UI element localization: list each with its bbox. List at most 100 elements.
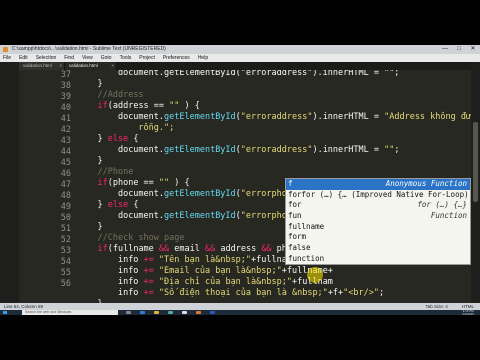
video-letterbox-bottom (0, 315, 480, 360)
menu-edit[interactable]: Edit (19, 54, 28, 62)
code-token: address (215, 244, 262, 254)
mouse-cursor-highlight (307, 267, 323, 283)
tab-validation-2[interactable]: validation.html × (65, 62, 117, 70)
code-token: += (143, 266, 154, 276)
close-icon[interactable]: ✕ (466, 45, 480, 54)
code-token: { (128, 134, 139, 144)
code-token: getElementById (164, 211, 236, 221)
line-number: 52 (60, 235, 71, 245)
menu-view[interactable]: View (82, 54, 93, 62)
code-token: if (97, 178, 108, 188)
scrollbar-thumb[interactable] (473, 122, 478, 202)
code-line: rỗng."; (77, 123, 174, 134)
code-token: && (205, 244, 216, 254)
code-token: ) { (169, 178, 190, 188)
code-line: //Phone (77, 167, 133, 178)
code-token: +f+ (327, 288, 344, 298)
autocomplete-label: fullname (288, 221, 325, 231)
line-number: 37 (60, 70, 71, 80)
menu-find[interactable]: Find (64, 54, 74, 62)
word-icon[interactable] (210, 311, 215, 314)
window-title: C:\xampp\htdocs\...\validation.html - Su… (12, 46, 166, 52)
code-token: email (169, 244, 205, 254)
autocomplete-hint: Function (430, 211, 467, 221)
code-token: } (97, 156, 103, 166)
code-token: += (143, 255, 154, 265)
edge-browser-icon[interactable] (140, 311, 145, 314)
file-explorer-icon[interactable] (154, 311, 159, 314)
autocomplete-item[interactable]: forfor (…) {… (Improved Native For-Loop) (286, 190, 470, 201)
video-letterbox-top (0, 0, 480, 45)
code-token: getElementById (164, 189, 236, 199)
line-number: 55 (60, 268, 71, 278)
autocomplete-item[interactable]: function (286, 254, 470, 264)
line-number: 40 (60, 103, 71, 113)
menu-tools[interactable]: Tools (120, 54, 132, 62)
menu-preferences[interactable]: Preferences (163, 54, 190, 62)
code-token: else (107, 134, 129, 144)
window-titlebar[interactable]: C:\xampp\htdocs\...\validation.html - Su… (0, 45, 480, 54)
tab-label: validation.html (23, 63, 52, 68)
sublime-taskbar-icon[interactable] (196, 311, 201, 314)
code-token: document. (117, 145, 165, 155)
line-number: 50 (60, 213, 71, 223)
code-line: } else { (77, 200, 138, 211)
code-token: && (261, 244, 272, 254)
autocomplete-item[interactable]: false (286, 243, 470, 254)
code-token: += (143, 288, 154, 298)
code-line: document.getElementById("erroraddress").… (77, 112, 471, 123)
sublime-app-icon (3, 47, 8, 52)
chrome-icon[interactable] (182, 311, 187, 314)
menu-goto[interactable]: Goto (101, 54, 112, 62)
code-token: ; (394, 145, 400, 155)
autocomplete-item[interactable]: for for (…) {…} (286, 200, 470, 211)
code-line: if(fullname && email && address && phone… (77, 244, 317, 255)
line-number: 56 (60, 279, 71, 289)
tab-validation-1[interactable]: validation.html × (19, 62, 65, 70)
code-token: if (97, 101, 108, 111)
windows-start-icon[interactable] (3, 311, 7, 314)
code-line: } (77, 156, 103, 167)
autocomplete-item[interactable]: fullname (286, 222, 470, 233)
menu-project[interactable]: Project (139, 54, 155, 62)
autocomplete-label: form (288, 232, 307, 242)
close-tab-icon[interactable]: × (111, 62, 114, 70)
maximize-icon[interactable]: □ (452, 45, 466, 54)
code-token: } (97, 222, 103, 232)
line-number: 51 (60, 224, 71, 234)
code-token: "erroraddress" (240, 145, 313, 155)
task-view-icon[interactable] (126, 311, 131, 314)
close-tab-icon[interactable]: × (59, 62, 62, 70)
menu-help[interactable]: Help (198, 54, 208, 62)
tab-size-indicator[interactable]: Tab Size: 4 (425, 303, 447, 310)
code-token: "<br/>" (343, 288, 379, 298)
line-number: 39 (60, 92, 71, 102)
code-token: "" (384, 145, 395, 155)
autocomplete-item[interactable]: f Anonymous Function (286, 179, 470, 190)
line-number: 46 (60, 169, 71, 179)
code-line: //Check show page (77, 233, 184, 244)
code-token: info (117, 266, 144, 276)
cursor-position: Line 54, Column 69 (4, 304, 44, 309)
autocomplete-item[interactable]: fun Function (286, 211, 470, 222)
autocomplete-item[interactable]: form (286, 232, 470, 243)
code-token: "Email của bạn là&nbsp;" (158, 266, 282, 276)
menu-selection[interactable]: Selection (36, 54, 57, 62)
store-icon[interactable] (168, 311, 173, 314)
minimize-icon[interactable]: — (438, 45, 452, 54)
code-line: info += "Số điện thoại của bạn là &nbsp;… (77, 288, 384, 299)
code-token: { (128, 200, 139, 210)
menu-file[interactable]: File (3, 54, 11, 62)
vertical-scrollbar[interactable] (471, 62, 480, 303)
code-line: } (77, 222, 103, 233)
code-token: document.getElementById("erroraddress").… (117, 70, 400, 78)
code-line: } (77, 79, 102, 90)
autocomplete-hint: for (…) {…} (417, 200, 467, 210)
